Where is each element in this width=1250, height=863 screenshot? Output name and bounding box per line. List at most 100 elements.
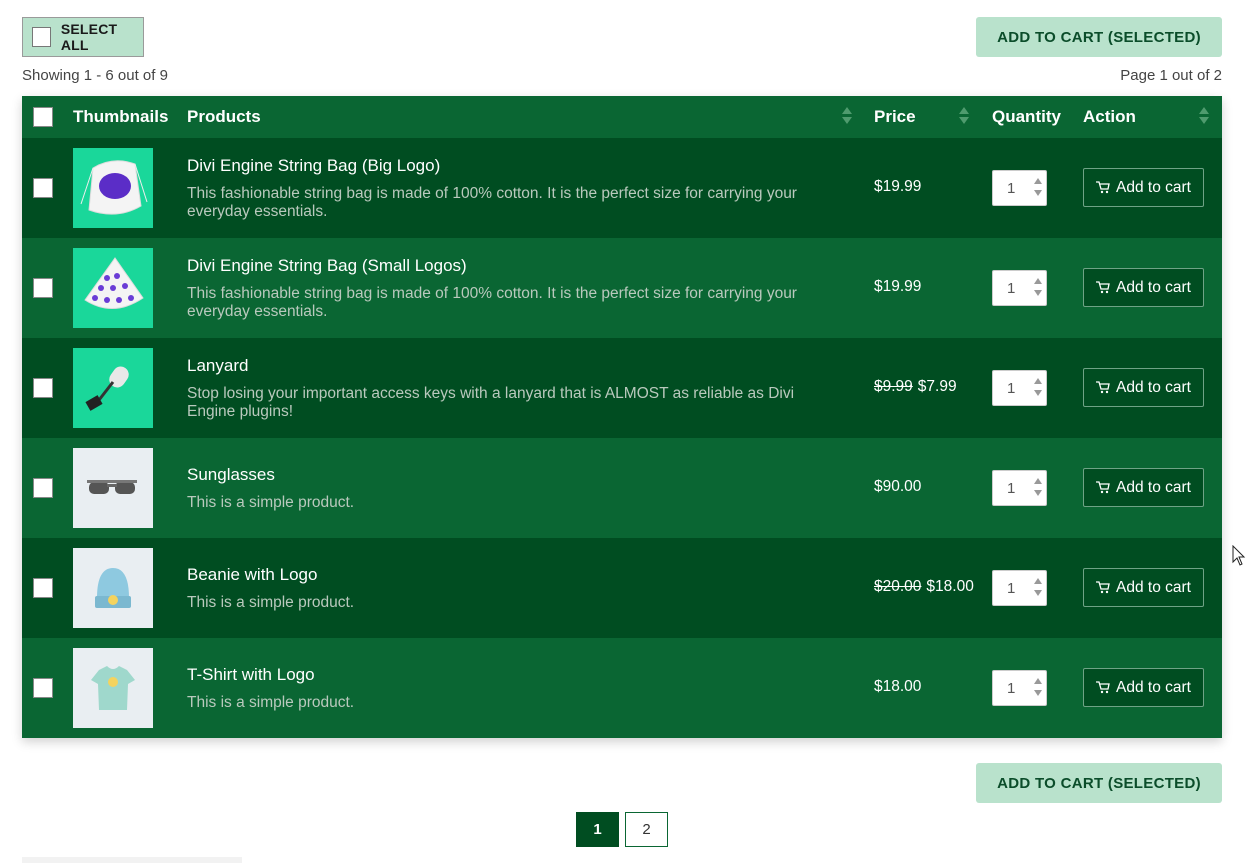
header-products[interactable]: Products [187, 96, 261, 138]
cart-icon [1096, 181, 1110, 194]
current-price: $18.00 [926, 578, 974, 595]
product-price: $19.99 [874, 178, 921, 196]
product-price: $20.00 $18.00 [874, 578, 974, 596]
sort-price-icon[interactable] [959, 107, 969, 127]
header-price[interactable]: Price [874, 96, 916, 138]
cart-icon [1096, 581, 1110, 594]
product-name[interactable]: Lanyard [187, 356, 248, 376]
quantity-value: 1 [1007, 279, 1016, 297]
add-to-cart-label: Add to cart [1116, 178, 1191, 196]
quantity-spinner-icon[interactable] [1034, 678, 1042, 700]
select-all-button[interactable]: SELECT ALL [22, 17, 144, 57]
add-to-cart-button[interactable]: Add to cart [1083, 468, 1204, 507]
row-select-checkbox[interactable] [33, 578, 53, 598]
header-products-label: Products [187, 107, 261, 126]
row-select-checkbox[interactable] [33, 478, 53, 498]
current-price: $18.00 [874, 678, 922, 695]
cart-icon [1096, 481, 1110, 494]
quantity-input[interactable]: 1 [992, 670, 1047, 706]
product-description: This is a simple product. [187, 694, 355, 711]
product-description: This fashionable string bag is made of 1… [187, 185, 797, 220]
quantity-input[interactable]: 1 [992, 170, 1047, 206]
header-thumbnails[interactable]: Thumbnails [73, 96, 168, 138]
product-description: This is a simple product. [187, 594, 355, 611]
add-to-cart-button[interactable]: Add to cart [1083, 168, 1204, 207]
quantity-input[interactable]: 1 [992, 270, 1047, 306]
product-price: $18.00 [874, 678, 921, 696]
quantity-spinner-icon[interactable] [1034, 178, 1042, 200]
old-price: $9.99 [874, 378, 913, 395]
tshirt-thumbnail[interactable] [73, 648, 153, 728]
lanyard-thumbnail[interactable] [73, 348, 153, 428]
showing-count: Showing 1 - 6 out of 9 [22, 67, 168, 84]
product-name[interactable]: T-Shirt with Logo [187, 665, 315, 685]
product-description: This fashionable string bag is made of 1… [187, 285, 797, 320]
quantity-input[interactable]: 1 [992, 570, 1047, 606]
page-2-button[interactable]: 2 [625, 812, 668, 847]
header-quantity: Quantity [992, 96, 1061, 138]
sort-action-icon[interactable] [1199, 107, 1209, 127]
row-select-checkbox[interactable] [33, 678, 53, 698]
footer-strip [22, 857, 242, 863]
cart-icon [1096, 381, 1110, 394]
cart-icon [1096, 281, 1110, 294]
table-row: Lanyard Stop losing your important acces… [22, 338, 1222, 438]
quantity-spinner-icon[interactable] [1034, 578, 1042, 600]
quantity-value: 1 [1007, 379, 1016, 397]
quantity-value: 1 [1007, 579, 1016, 597]
header-quantity-label: Quantity [992, 107, 1061, 126]
product-description: This is a simple product. [187, 494, 355, 511]
select-all-checkbox[interactable] [32, 27, 51, 47]
page-1-button[interactable]: 1 [576, 812, 619, 847]
add-selected-to-cart-button-top[interactable]: ADD TO CART (SELECTED) [976, 17, 1222, 57]
current-price: $7.99 [917, 378, 957, 395]
header-price-label: Price [874, 107, 916, 126]
add-to-cart-button[interactable]: Add to cart [1083, 568, 1204, 607]
add-to-cart-button[interactable]: Add to cart [1083, 268, 1204, 307]
row-select-checkbox[interactable] [33, 278, 53, 298]
header-select-checkbox[interactable] [33, 107, 53, 127]
cart-icon [1096, 681, 1110, 694]
table-row: T-Shirt with Logo This is a simple produ… [22, 638, 1222, 738]
quantity-spinner-icon[interactable] [1034, 478, 1042, 500]
product-name[interactable]: Divi Engine String Bag (Small Logos) [187, 256, 467, 276]
quantity-spinner-icon[interactable] [1034, 278, 1042, 300]
current-price: $90.00 [874, 478, 922, 495]
sunglasses-thumbnail[interactable] [73, 448, 153, 528]
select-all-label: SELECT ALL [60, 21, 118, 53]
string-bag-small-logos-thumbnail[interactable] [73, 248, 153, 328]
add-to-cart-label: Add to cart [1116, 378, 1191, 396]
mouse-cursor-icon [1232, 545, 1246, 566]
header-action: Action [1083, 96, 1136, 138]
product-table: Thumbnails Products Price Quantity Actio… [22, 96, 1222, 738]
add-to-cart-label: Add to cart [1116, 578, 1191, 596]
sort-products-icon[interactable] [842, 107, 852, 127]
quantity-input[interactable]: 1 [992, 370, 1047, 406]
table-row: Sunglasses This is a simple product. $90… [22, 438, 1222, 538]
add-to-cart-label: Add to cart [1116, 678, 1191, 696]
add-to-cart-button[interactable]: Add to cart [1083, 368, 1204, 407]
current-price: $19.99 [874, 278, 922, 295]
add-to-cart-label: Add to cart [1116, 478, 1191, 496]
quantity-value: 1 [1007, 679, 1016, 697]
table-row: Divi Engine String Bag (Small Logos) Thi… [22, 238, 1222, 338]
header-thumbnails-label: Thumbnails [73, 107, 169, 126]
old-price: $20.00 [874, 578, 922, 595]
table-header: Thumbnails Products Price Quantity Actio… [22, 96, 1222, 138]
product-price: $19.99 [874, 278, 921, 296]
string-bag-big-logo-thumbnail[interactable] [73, 148, 153, 228]
add-selected-to-cart-button-bottom[interactable]: ADD TO CART (SELECTED) [976, 763, 1222, 803]
row-select-checkbox[interactable] [33, 378, 53, 398]
quantity-spinner-icon[interactable] [1034, 378, 1042, 400]
table-row: Divi Engine String Bag (Big Logo) This f… [22, 138, 1222, 238]
product-name[interactable]: Sunglasses [187, 465, 275, 485]
product-price: $9.99 $7.99 [874, 378, 957, 396]
product-name[interactable]: Beanie with Logo [187, 565, 317, 585]
add-to-cart-button[interactable]: Add to cart [1083, 668, 1204, 707]
product-name[interactable]: Divi Engine String Bag (Big Logo) [187, 156, 440, 176]
quantity-input[interactable]: 1 [992, 470, 1047, 506]
current-price: $19.99 [874, 178, 922, 195]
beanie-thumbnail[interactable] [73, 548, 153, 628]
row-select-checkbox[interactable] [33, 178, 53, 198]
product-description: Stop losing your important access keys w… [187, 385, 795, 420]
